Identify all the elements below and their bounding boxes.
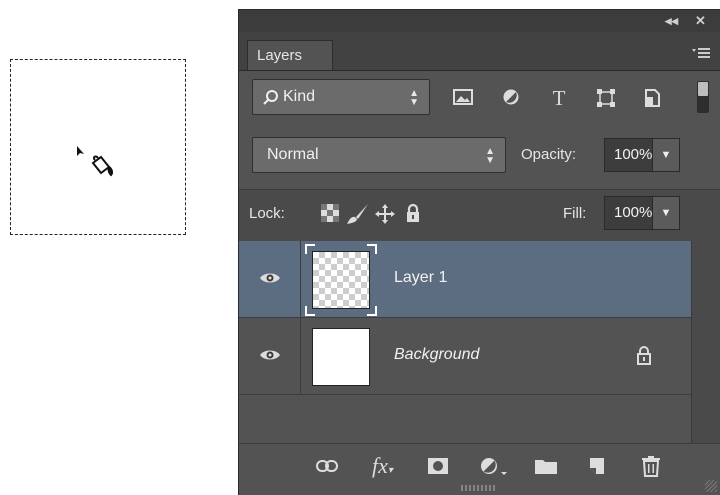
panel-menu-icon[interactable] bbox=[692, 46, 710, 64]
lock-all-icon[interactable] bbox=[402, 203, 424, 225]
adjustment-filter-icon[interactable] bbox=[501, 88, 521, 108]
fill-dropdown-icon[interactable]: ▼ bbox=[652, 197, 679, 229]
visibility-toggle[interactable] bbox=[239, 241, 301, 317]
fx-label: fx bbox=[372, 453, 388, 478]
panel-title-bar: ◂◂ ✕ bbox=[239, 10, 720, 32]
layer-mask-icon[interactable] bbox=[427, 454, 449, 478]
adjustment-layer-icon[interactable] bbox=[479, 454, 509, 478]
paint-bucket-cursor-icon bbox=[75, 145, 125, 190]
layers-scrollbar[interactable] bbox=[691, 241, 720, 443]
lock-label: Lock: bbox=[249, 205, 285, 222]
layer-row-background[interactable]: Background bbox=[239, 318, 691, 395]
search-icon bbox=[263, 89, 279, 111]
opacity-field[interactable]: 100% ▼ bbox=[604, 138, 680, 172]
link-layers-icon[interactable] bbox=[316, 454, 338, 478]
image-filter-icon[interactable] bbox=[453, 88, 473, 108]
shape-filter-icon[interactable] bbox=[596, 88, 616, 108]
eye-icon bbox=[260, 273, 280, 283]
layers-list: Layer 1 Background bbox=[239, 241, 691, 443]
panel-tab-row: Layers bbox=[239, 32, 720, 71]
fill-field[interactable]: 100% ▼ bbox=[604, 196, 680, 230]
visibility-toggle[interactable] bbox=[239, 318, 301, 394]
opacity-value: 100% bbox=[614, 146, 653, 163]
delete-layer-icon[interactable] bbox=[641, 454, 661, 478]
lock-image-pixels-icon[interactable] bbox=[346, 203, 368, 225]
layer-name[interactable]: Background bbox=[394, 346, 479, 364]
resize-corner[interactable] bbox=[705, 480, 717, 492]
blend-mode-value: Normal bbox=[267, 146, 319, 163]
filter-toggle-switch[interactable] bbox=[697, 81, 709, 113]
resize-grip[interactable] bbox=[461, 485, 497, 491]
new-group-icon[interactable] bbox=[534, 454, 558, 478]
filter-kind-label: Kind bbox=[283, 88, 316, 105]
layer-name[interactable]: Layer 1 bbox=[394, 269, 447, 287]
layer-row-layer-1[interactable]: Layer 1 bbox=[239, 241, 691, 318]
layer-thumbnail[interactable] bbox=[312, 251, 370, 309]
type-filter-icon[interactable]: T bbox=[549, 88, 569, 109]
tab-layers[interactable]: Layers bbox=[247, 40, 333, 70]
fill-value: 100% bbox=[614, 204, 653, 221]
eye-icon bbox=[260, 350, 280, 360]
opacity-label: Opacity: bbox=[521, 146, 577, 163]
toggle-knob bbox=[698, 82, 708, 96]
layer-thumbnail[interactable] bbox=[312, 328, 370, 386]
layers-panel: ◂◂ ✕ Layers Kind ▲ ▼ T Normal ▲ ▼ Opacity:… bbox=[238, 9, 720, 495]
fx-icon[interactable]: fx▾ bbox=[372, 454, 393, 478]
lock-transparent-pixels-icon[interactable] bbox=[319, 203, 341, 225]
blend-mode-select[interactable]: Normal ▲ ▼ bbox=[252, 137, 506, 173]
lock-icon bbox=[636, 345, 652, 370]
smart-object-filter-icon[interactable] bbox=[642, 88, 662, 108]
opacity-dropdown-icon[interactable]: ▼ bbox=[652, 139, 679, 171]
new-layer-icon[interactable] bbox=[587, 454, 607, 478]
collapse-panel-button[interactable]: ◂◂ bbox=[665, 13, 678, 29]
spinner-arrows-icon: ▲ ▼ bbox=[409, 88, 419, 108]
lock-position-icon[interactable] bbox=[374, 203, 396, 225]
fill-label: Fill: bbox=[563, 205, 587, 222]
close-panel-button[interactable]: ✕ bbox=[695, 13, 706, 29]
spinner-arrows-icon: ▲ ▼ bbox=[485, 146, 495, 166]
layer-filter-select[interactable]: Kind ▲ ▼ bbox=[252, 79, 430, 115]
